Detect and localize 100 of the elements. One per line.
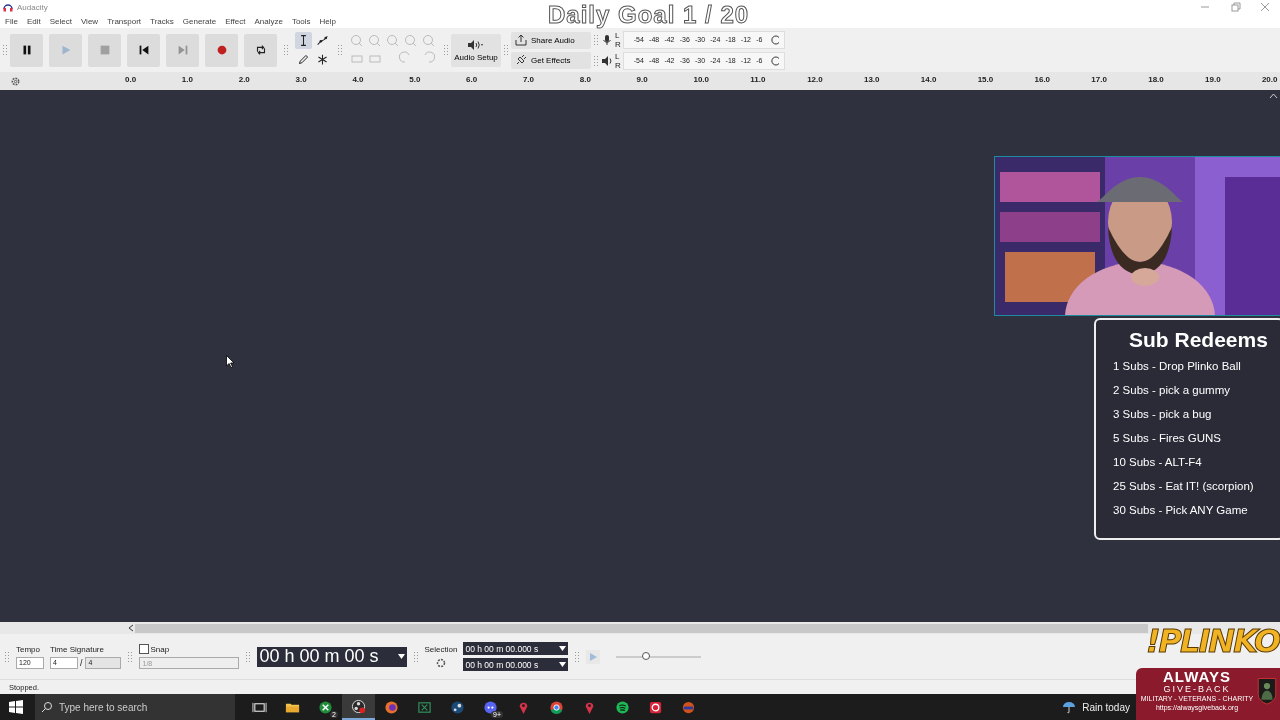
share-icon	[515, 34, 527, 46]
banner-subtitle: GIVE-BACK	[1163, 684, 1231, 694]
panel-title: Sub Redeems	[1129, 328, 1269, 352]
menu-item[interactable]: Generate	[179, 16, 223, 26]
speaker-icon	[467, 38, 485, 51]
ruler-label: 0.0	[125, 74, 138, 84]
audio-setup-button[interactable]: Audio Setup	[451, 33, 501, 67]
selection-label: Selection	[424, 644, 458, 654]
menu-item[interactable]: Transport	[104, 16, 148, 26]
menu-item[interactable]: Effect	[222, 16, 252, 26]
ruler-label: 14.0	[920, 74, 938, 84]
snap-checkbox[interactable]	[138, 644, 149, 654]
caret-icon[interactable]	[559, 646, 567, 651]
time-signature-label: Time Signature	[50, 644, 105, 654]
redeem-item: 2 Subs - pick a gummy	[1113, 383, 1231, 398]
ruler-label: 10.0	[693, 74, 710, 84]
slash-text: /	[80, 657, 83, 668]
ruler-label: 12.0	[807, 74, 824, 84]
ruler-label: 16.0	[1034, 74, 1052, 84]
redeem-item: 10 Subs - ALT-F4	[1113, 455, 1203, 470]
channel-label: L	[615, 30, 621, 40]
menu-item[interactable]: Select	[46, 16, 78, 26]
ruler-label: 4.0	[352, 74, 365, 84]
weather-text[interactable]: Rain today	[1082, 701, 1130, 713]
scroll-left-icon[interactable]	[127, 624, 135, 632]
envelope-tool-icon	[316, 34, 329, 47]
mouse-cursor-icon	[226, 355, 235, 368]
ruler-label: 1.0	[181, 74, 194, 84]
draw-tool-icon	[297, 53, 310, 66]
redeem-item: 25 Subs - Eat IT! (scorpion)	[1113, 479, 1255, 494]
start-icon[interactable]	[9, 700, 23, 714]
ruler-label: 19.0	[1205, 74, 1222, 84]
menu-item[interactable]: Edit	[23, 16, 47, 26]
ruler-label: 11.0	[750, 74, 767, 84]
menu-item[interactable]: Help	[316, 16, 343, 26]
spreadsheet-app-icon	[417, 699, 432, 715]
menu-item[interactable]: Tracks	[147, 16, 180, 26]
umbrella-icon	[1062, 700, 1077, 714]
music-app-icon	[615, 699, 630, 715]
pause-button[interactable]	[10, 33, 43, 67]
microphone-icon[interactable]	[601, 33, 613, 46]
menu-item[interactable]: Tools	[288, 16, 317, 26]
settings-icon[interactable]	[434, 656, 447, 669]
ruler-label: 9.0	[636, 74, 649, 84]
caret-icon[interactable]	[397, 654, 405, 659]
multi-tool-icon	[316, 53, 329, 66]
channel-label: R	[615, 60, 621, 70]
game-store-app-icon	[450, 699, 465, 715]
loop-button[interactable]	[244, 33, 277, 67]
ruler-label: 18.0	[1148, 74, 1165, 84]
selection-start-field[interactable]: 00 h 00 m 00.000 s	[463, 642, 569, 655]
redeem-item: 5 Subs - Fires GUNS	[1113, 431, 1222, 446]
snap-label: Snap	[150, 644, 170, 654]
menu-item[interactable]: Analyze	[251, 16, 289, 26]
speaker-icon[interactable]	[601, 54, 613, 67]
ruler-label: 5.0	[409, 74, 422, 84]
recorder-app-icon	[351, 698, 366, 714]
search-field[interactable]: Type here to search	[35, 694, 235, 720]
banner-title: ALWAYS	[1163, 669, 1231, 684]
menu-item[interactable]: File	[2, 16, 24, 26]
reset-icon[interactable]	[771, 55, 782, 66]
taskbar-app-button[interactable]	[342, 694, 375, 720]
browser-app-icon	[384, 699, 399, 715]
plug-icon	[515, 54, 527, 66]
game-app-icon	[681, 699, 696, 715]
speed-slider-thumb[interactable]	[642, 651, 651, 660]
plinko-overlay: !PLINKO	[1146, 622, 1280, 660]
reset-icon[interactable]	[771, 34, 782, 45]
daily-goal-overlay: Daily Goal 1 / 20	[548, 1, 750, 29]
get-effects-button[interactable]: Get Effects	[511, 51, 591, 69]
redeem-item: 3 Subs - pick a bug	[1113, 407, 1213, 422]
ruler-label: 3.0	[295, 74, 308, 84]
window-title: Audacity	[17, 2, 48, 12]
settings-icon[interactable]	[10, 76, 21, 87]
ruler-label: 7.0	[522, 74, 536, 84]
redeem-item: 1 Subs - Drop Plinko Ball	[1113, 359, 1242, 374]
channel-label: L	[615, 51, 621, 61]
skip-start-button[interactable]	[127, 33, 160, 67]
ruler-label: 20.0	[1261, 74, 1279, 84]
tempo-label: Tempo	[16, 644, 41, 654]
share-audio-button[interactable]: Share Audio	[511, 31, 591, 49]
ruler-label: 2.0	[238, 74, 251, 84]
ruler-label: 6.0	[466, 74, 479, 84]
selection-end-field[interactable]: 00 h 00 m 00.000 s	[463, 658, 569, 671]
redeem-item: 30 Subs - Pick ANY Game	[1113, 503, 1249, 518]
browser-app-icon	[549, 699, 564, 715]
scrollbar-thumb[interactable]	[135, 623, 1148, 633]
ruler-label: 8.0	[579, 74, 592, 84]
select-tool-button[interactable]	[295, 32, 312, 49]
time-display[interactable]: 00 h 00 m 00 s	[256, 646, 407, 667]
search-icon	[41, 701, 53, 713]
ruler-label: 13.0	[863, 74, 881, 84]
caret-icon[interactable]	[559, 662, 567, 667]
menu-item[interactable]: View	[77, 16, 105, 26]
channel-label: R	[615, 39, 621, 49]
ring-app-icon	[648, 699, 663, 715]
record-button[interactable]	[205, 33, 238, 67]
app-logo-icon	[3, 2, 13, 12]
scroll-up-icon[interactable]	[1269, 92, 1278, 99]
ruler-label: 17.0	[1091, 74, 1108, 84]
